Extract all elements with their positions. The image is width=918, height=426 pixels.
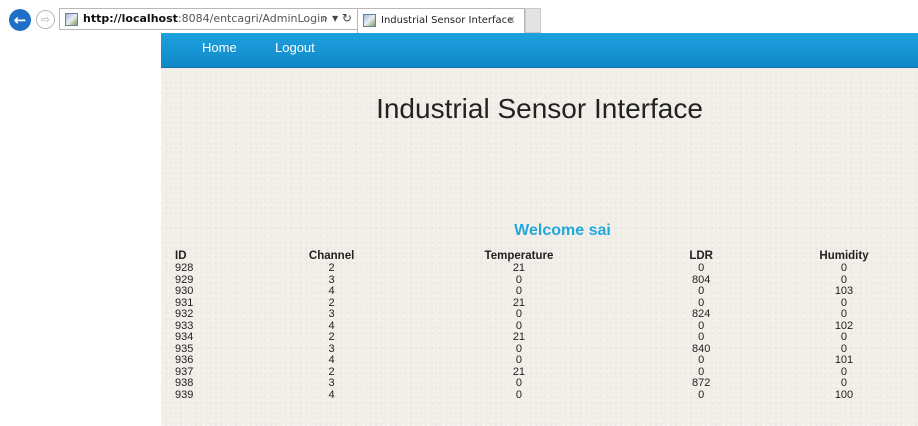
cell-channel: 2 — [328, 262, 335, 274]
url-host: http://localhost — [83, 12, 178, 25]
cell-temperature: 0 — [515, 354, 522, 366]
page-favicon-icon — [65, 13, 78, 26]
cell-ldr: 824 — [691, 308, 711, 320]
cell-channel: 2 — [328, 331, 335, 343]
cell-humidity: 0 — [840, 331, 848, 343]
table-row: 930 4 0 0 103 — [175, 285, 918, 298]
cell-temperature: 21 — [512, 331, 526, 343]
top-navbar: Home Logout — [161, 33, 918, 68]
tab-title: Industrial Sensor Interface — [381, 15, 514, 26]
table-row: 933 4 0 0 102 — [175, 320, 918, 333]
cell-id: 928 — [175, 262, 194, 274]
table-row: 939 4 0 0 100 — [175, 388, 918, 402]
cell-id: 934 — [175, 331, 194, 343]
cell-temperature: 0 — [515, 285, 522, 297]
table-row: 938 3 0 872 0 — [175, 377, 918, 390]
new-tab-button[interactable] — [525, 8, 541, 33]
cell-channel: 3 — [328, 377, 335, 389]
cell-humidity: 0 — [840, 377, 848, 389]
cell-id: 936 — [175, 354, 194, 366]
cell-temperature: 0 — [515, 377, 522, 389]
cell-humidity: 0 — [840, 262, 848, 274]
cell-ldr: 872 — [691, 377, 711, 389]
cell-id: 932 — [175, 308, 194, 320]
cell-channel: 3 — [328, 308, 335, 320]
cell-ldr: 0 — [698, 285, 705, 297]
cell-humidity: 103 — [834, 285, 854, 297]
table-body: 928 2 21 0 0 929 3 0 804 0 930 4 0 0 103 931 2 21 0 0 932 3 0 8… — [175, 262, 918, 402]
table-row: 935 3 0 840 0 — [175, 343, 918, 356]
search-refresh-icons[interactable]: ⌕ ▾ ↻ — [322, 11, 352, 26]
nav-home-link[interactable]: Home — [202, 40, 237, 55]
sensor-table: ID Channel Temperature LDR Humidity 928 2… — [175, 250, 918, 401]
cell-humidity: 0 — [840, 308, 848, 320]
table-row: 931 2 21 0 0 — [175, 297, 918, 310]
url-path: :8084/entcagri/AdminLogin — [177, 12, 328, 25]
table-header-row: ID Channel Temperature LDR Humidity — [175, 250, 918, 263]
cell-id: 930 — [175, 285, 194, 297]
page-content: Home Logout Industrial Sensor Interface … — [161, 33, 918, 426]
cell-humidity: 100 — [834, 388, 854, 401]
page-title: Industrial Sensor Interface — [376, 93, 703, 124]
table-row: 937 2 21 0 0 — [175, 366, 918, 379]
close-tab-icon[interactable]: × — [507, 13, 516, 26]
cell-channel: 4 — [328, 285, 335, 297]
nav-logout-link[interactable]: Logout — [275, 40, 315, 55]
table-row: 936 4 0 0 101 — [175, 354, 918, 367]
table-row: 932 3 0 824 0 — [175, 308, 918, 321]
cell-temperature: 0 — [515, 308, 522, 320]
cell-ldr: 0 — [698, 262, 705, 274]
cell-temperature: 0 — [515, 388, 522, 401]
back-arrow-icon[interactable]: ← — [9, 9, 31, 31]
forward-arrow-icon[interactable]: ⇨ — [36, 10, 55, 29]
browser-tab[interactable]: Industrial Sensor Interface × — [357, 8, 525, 33]
table-row: 934 2 21 0 0 — [175, 331, 918, 344]
url-text: http://localhost:8084/entcagri/AdminLogi… — [83, 12, 327, 25]
browser-chrome: ← ⇨ http://localhost:8084/entcagri/Admin… — [0, 0, 918, 33]
cell-channel: 4 — [328, 388, 335, 401]
cell-ldr: 0 — [698, 354, 705, 366]
cell-id: 939 — [175, 388, 194, 401]
cell-humidity: 101 — [834, 354, 854, 366]
welcome-message: Welcome sai — [514, 222, 611, 239]
cell-ldr: 0 — [698, 388, 705, 401]
address-bar[interactable]: http://localhost:8084/entcagri/AdminLogi… — [59, 8, 359, 30]
tab-favicon-icon — [363, 14, 376, 27]
cell-temperature: 21 — [512, 262, 526, 274]
cell-id: 938 — [175, 377, 194, 389]
table-row: 929 3 0 804 0 — [175, 274, 918, 287]
table-row: 928 2 21 0 0 — [175, 262, 918, 275]
cell-channel: 4 — [328, 354, 335, 366]
cell-ldr: 0 — [698, 331, 705, 343]
